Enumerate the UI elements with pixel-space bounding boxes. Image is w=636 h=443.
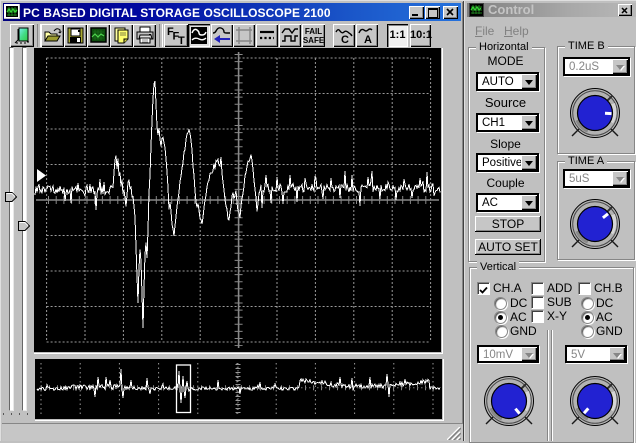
svg-text:A: A <box>364 34 372 46</box>
svg-text:C: C <box>341 34 349 46</box>
svg-text:T: T <box>178 35 185 47</box>
